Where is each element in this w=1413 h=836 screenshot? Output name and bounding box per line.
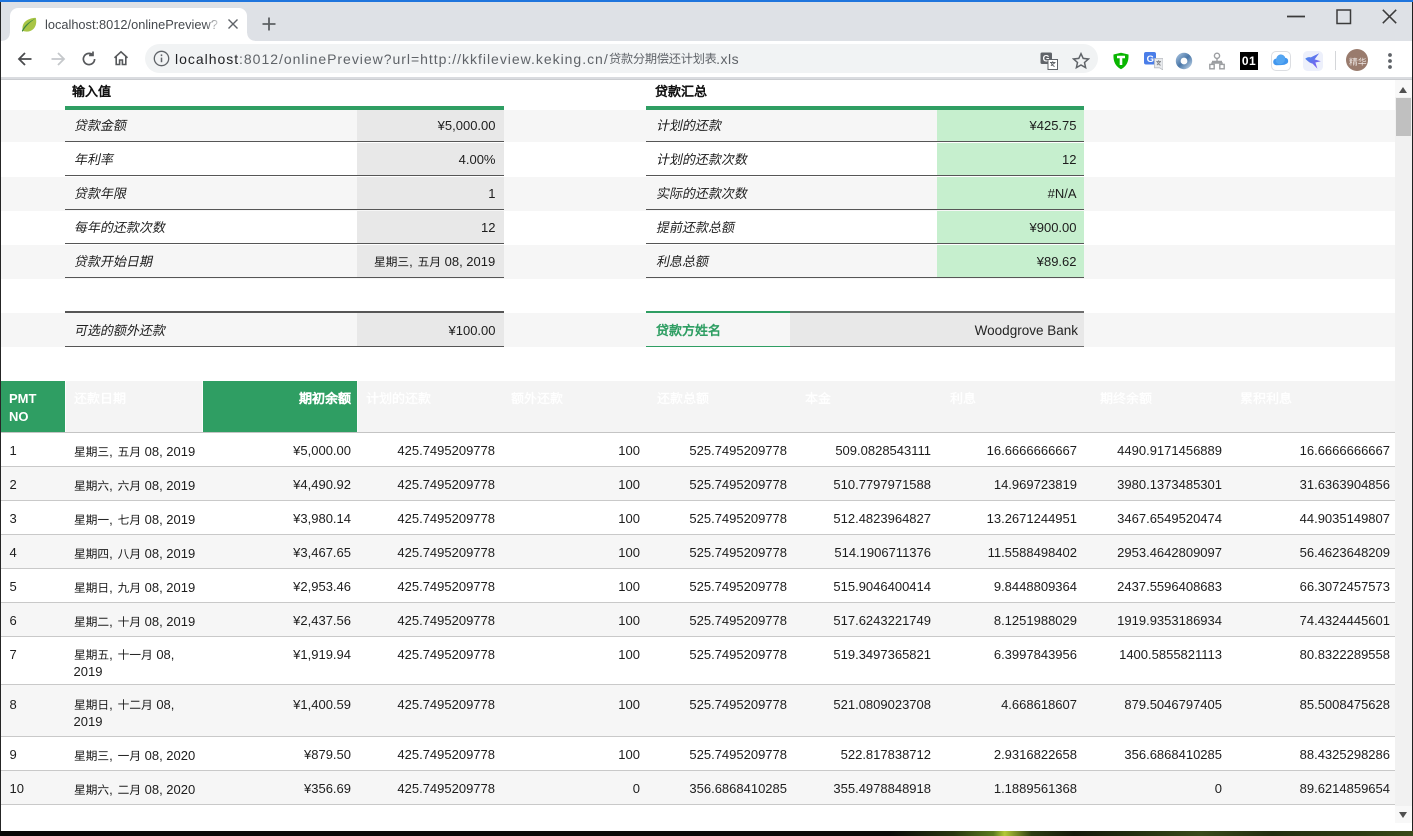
svg-text:,: ,	[409, 254, 413, 269]
svg-text:G: G	[1147, 54, 1154, 65]
svg-text:08, 2019: 08, 2019	[445, 254, 496, 269]
